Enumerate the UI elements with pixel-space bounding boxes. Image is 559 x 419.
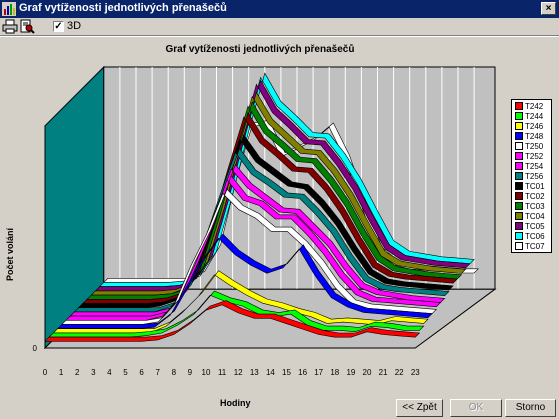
legend-label: T248	[525, 132, 544, 141]
x-tick-label: 8	[172, 368, 177, 377]
x-tick-label: 4	[107, 368, 112, 377]
x-tick-label: 1	[59, 368, 64, 377]
legend-swatch	[515, 232, 523, 240]
x-tick-label: 0	[43, 368, 48, 377]
y-tick-label: 0	[33, 344, 38, 353]
print-preview-icon[interactable]	[19, 19, 35, 34]
chart-area: Graf vytíženosti jednotlivých přenašečů …	[0, 36, 559, 408]
legend-label: T250	[525, 142, 544, 151]
legend-swatch	[515, 242, 523, 250]
legend-item-T248: T248	[515, 132, 543, 142]
legend-item-TC03: TC03	[515, 202, 545, 212]
legend-label: T246	[525, 122, 544, 131]
x-tick-label: 22	[395, 368, 404, 377]
legend-label: T252	[525, 152, 544, 161]
legend-swatch	[515, 122, 523, 130]
legend-item-T254: T254	[515, 162, 543, 172]
toolbar: ✓ 3D	[0, 18, 559, 36]
legend-label: T254	[525, 162, 544, 171]
x-tick-label: 15	[282, 368, 291, 377]
x-tick-label: 7	[155, 368, 160, 377]
x-tick-label: 18	[330, 368, 339, 377]
x-tick-label: 9	[188, 368, 193, 377]
legend-item-T250: T250	[515, 142, 543, 152]
x-axis-label: Hodiny	[220, 398, 251, 408]
x-tick-label: 3	[91, 368, 96, 377]
legend-label: T256	[525, 172, 544, 181]
legend-label: TC05	[525, 222, 545, 231]
legend-swatch	[515, 202, 523, 210]
legend-label: TC04	[525, 212, 545, 221]
legend-swatch	[515, 182, 523, 190]
legend-item-T242: T242	[515, 102, 543, 112]
x-tick-label: 17	[314, 368, 323, 377]
legend-label: TC03	[525, 202, 545, 211]
legend-swatch	[515, 102, 523, 110]
checkmark-icon: ✓	[54, 21, 63, 32]
chart-svg: 0 1 2 3 4 5 6 7 8 9 10 11 12 13 14 15 16 17 18 19 20 21 22 230	[33, 65, 497, 377]
x-tick-label: 2	[75, 368, 80, 377]
legend-swatch	[515, 212, 523, 220]
checkbox-3d[interactable]: ✓	[53, 21, 64, 32]
legend-label: T244	[525, 112, 544, 121]
legend-label: TC02	[525, 192, 545, 201]
x-tick-label: 10	[202, 368, 211, 377]
legend-swatch	[515, 222, 523, 230]
x-tick-label: 5	[123, 368, 128, 377]
legend-item-TC04: TC04	[515, 212, 545, 222]
title-bar: Graf vytíženosti jednotlivých přenašečů …	[0, 0, 559, 18]
legend-item-T256: T256	[515, 172, 543, 182]
x-tick-label: 12	[234, 368, 243, 377]
back-button[interactable]: << Zpět	[396, 399, 443, 417]
x-tick-label: 6	[139, 368, 144, 377]
x-tick-label: 21	[379, 368, 388, 377]
legend-label: TC06	[525, 232, 545, 241]
window-title: Graf vytíženosti jednotlivých přenašečů	[19, 2, 227, 14]
legend-item-TC07: TC07	[515, 242, 545, 252]
x-tick-label: 14	[266, 368, 275, 377]
x-tick-label: 23	[411, 368, 420, 377]
legend-swatch	[515, 112, 523, 120]
legend-swatch	[515, 132, 523, 140]
legend-item-TC05: TC05	[515, 222, 545, 232]
printer-icon[interactable]	[2, 19, 18, 34]
legend-label: T242	[525, 102, 544, 111]
x-tick-label: 11	[218, 368, 227, 377]
x-tick-label: 13	[250, 368, 259, 377]
legend-label: TC01	[525, 182, 545, 191]
legend-item-TC02: TC02	[515, 192, 545, 202]
cancel-button[interactable]: Storno	[505, 399, 556, 417]
close-button[interactable]: ×	[541, 2, 556, 15]
legend-item-TC01: TC01	[515, 182, 545, 192]
legend-swatch	[515, 142, 523, 150]
legend-label: TC07	[525, 242, 545, 251]
ok-button[interactable]: OK	[450, 399, 502, 417]
x-tick-label: 20	[363, 368, 372, 377]
x-tick-label: 16	[298, 368, 307, 377]
legend-swatch	[515, 172, 523, 180]
legend-swatch	[515, 192, 523, 200]
legend-item-TC06: TC06	[515, 232, 545, 242]
app-chart-icon	[2, 2, 16, 16]
x-tick-label: 19	[346, 368, 355, 377]
legend-item-T244: T244	[515, 112, 543, 122]
checkbox-3d-label: 3D	[67, 20, 82, 32]
legend-swatch	[515, 152, 523, 160]
chart-legend: T242 T244 T246 T248 T250 T252 T254 T256 TC01 TC02…	[511, 99, 552, 253]
close-icon: ×	[545, 3, 552, 14]
legend-item-T246: T246	[515, 122, 543, 132]
legend-item-T252: T252	[515, 152, 543, 162]
legend-swatch	[515, 162, 523, 170]
